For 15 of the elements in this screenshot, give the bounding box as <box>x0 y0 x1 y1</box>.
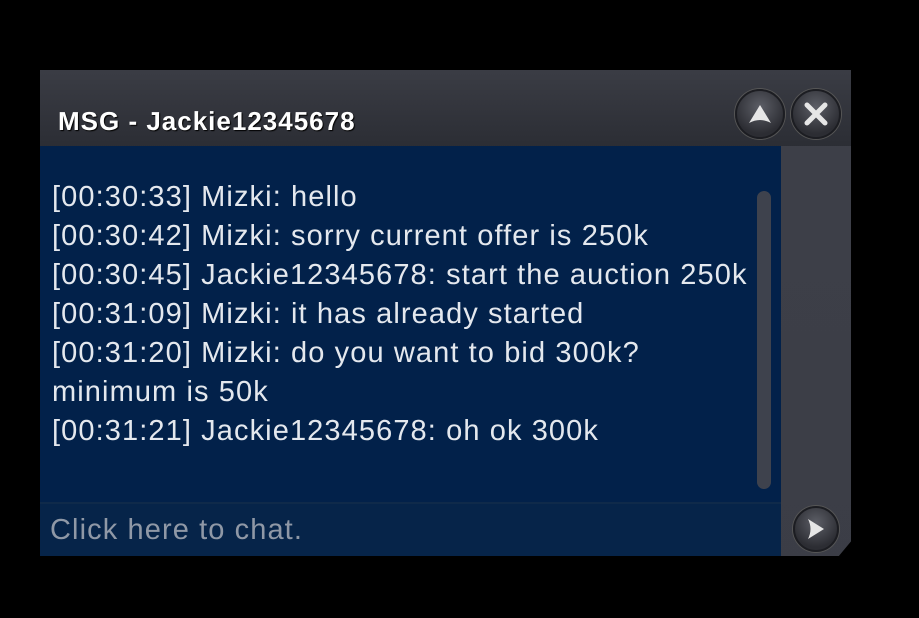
right-arrow-icon <box>806 517 826 541</box>
up-arrow-icon <box>747 103 773 125</box>
chat-message: [00:31:21] Jackie12345678: oh ok 300k <box>52 414 600 449</box>
chat-message: [00:30:45] Jackie12345678: start the auction 250k <box>52 258 749 293</box>
chat-message: [00:31:09] Mizki: it has already started <box>52 297 586 332</box>
chat-message: [00:30:33] Mizki: hello <box>52 180 359 215</box>
close-icon <box>803 101 829 127</box>
close-button[interactable] <box>791 89 841 139</box>
send-button[interactable] <box>793 506 839 552</box>
window-title: MSG - Jackie12345678 <box>58 104 357 136</box>
chat-message: [00:31:20] Mizki: do you want to bid 300k? minimum is 50k <box>52 336 641 410</box>
minimize-button[interactable] <box>735 89 785 139</box>
scrollbar-thumb[interactable] <box>757 191 771 489</box>
chat-message: [00:30:42] Mizki: sorry current offer is 250k <box>52 219 650 254</box>
chat-input[interactable]: Click here to chat. <box>40 502 781 556</box>
